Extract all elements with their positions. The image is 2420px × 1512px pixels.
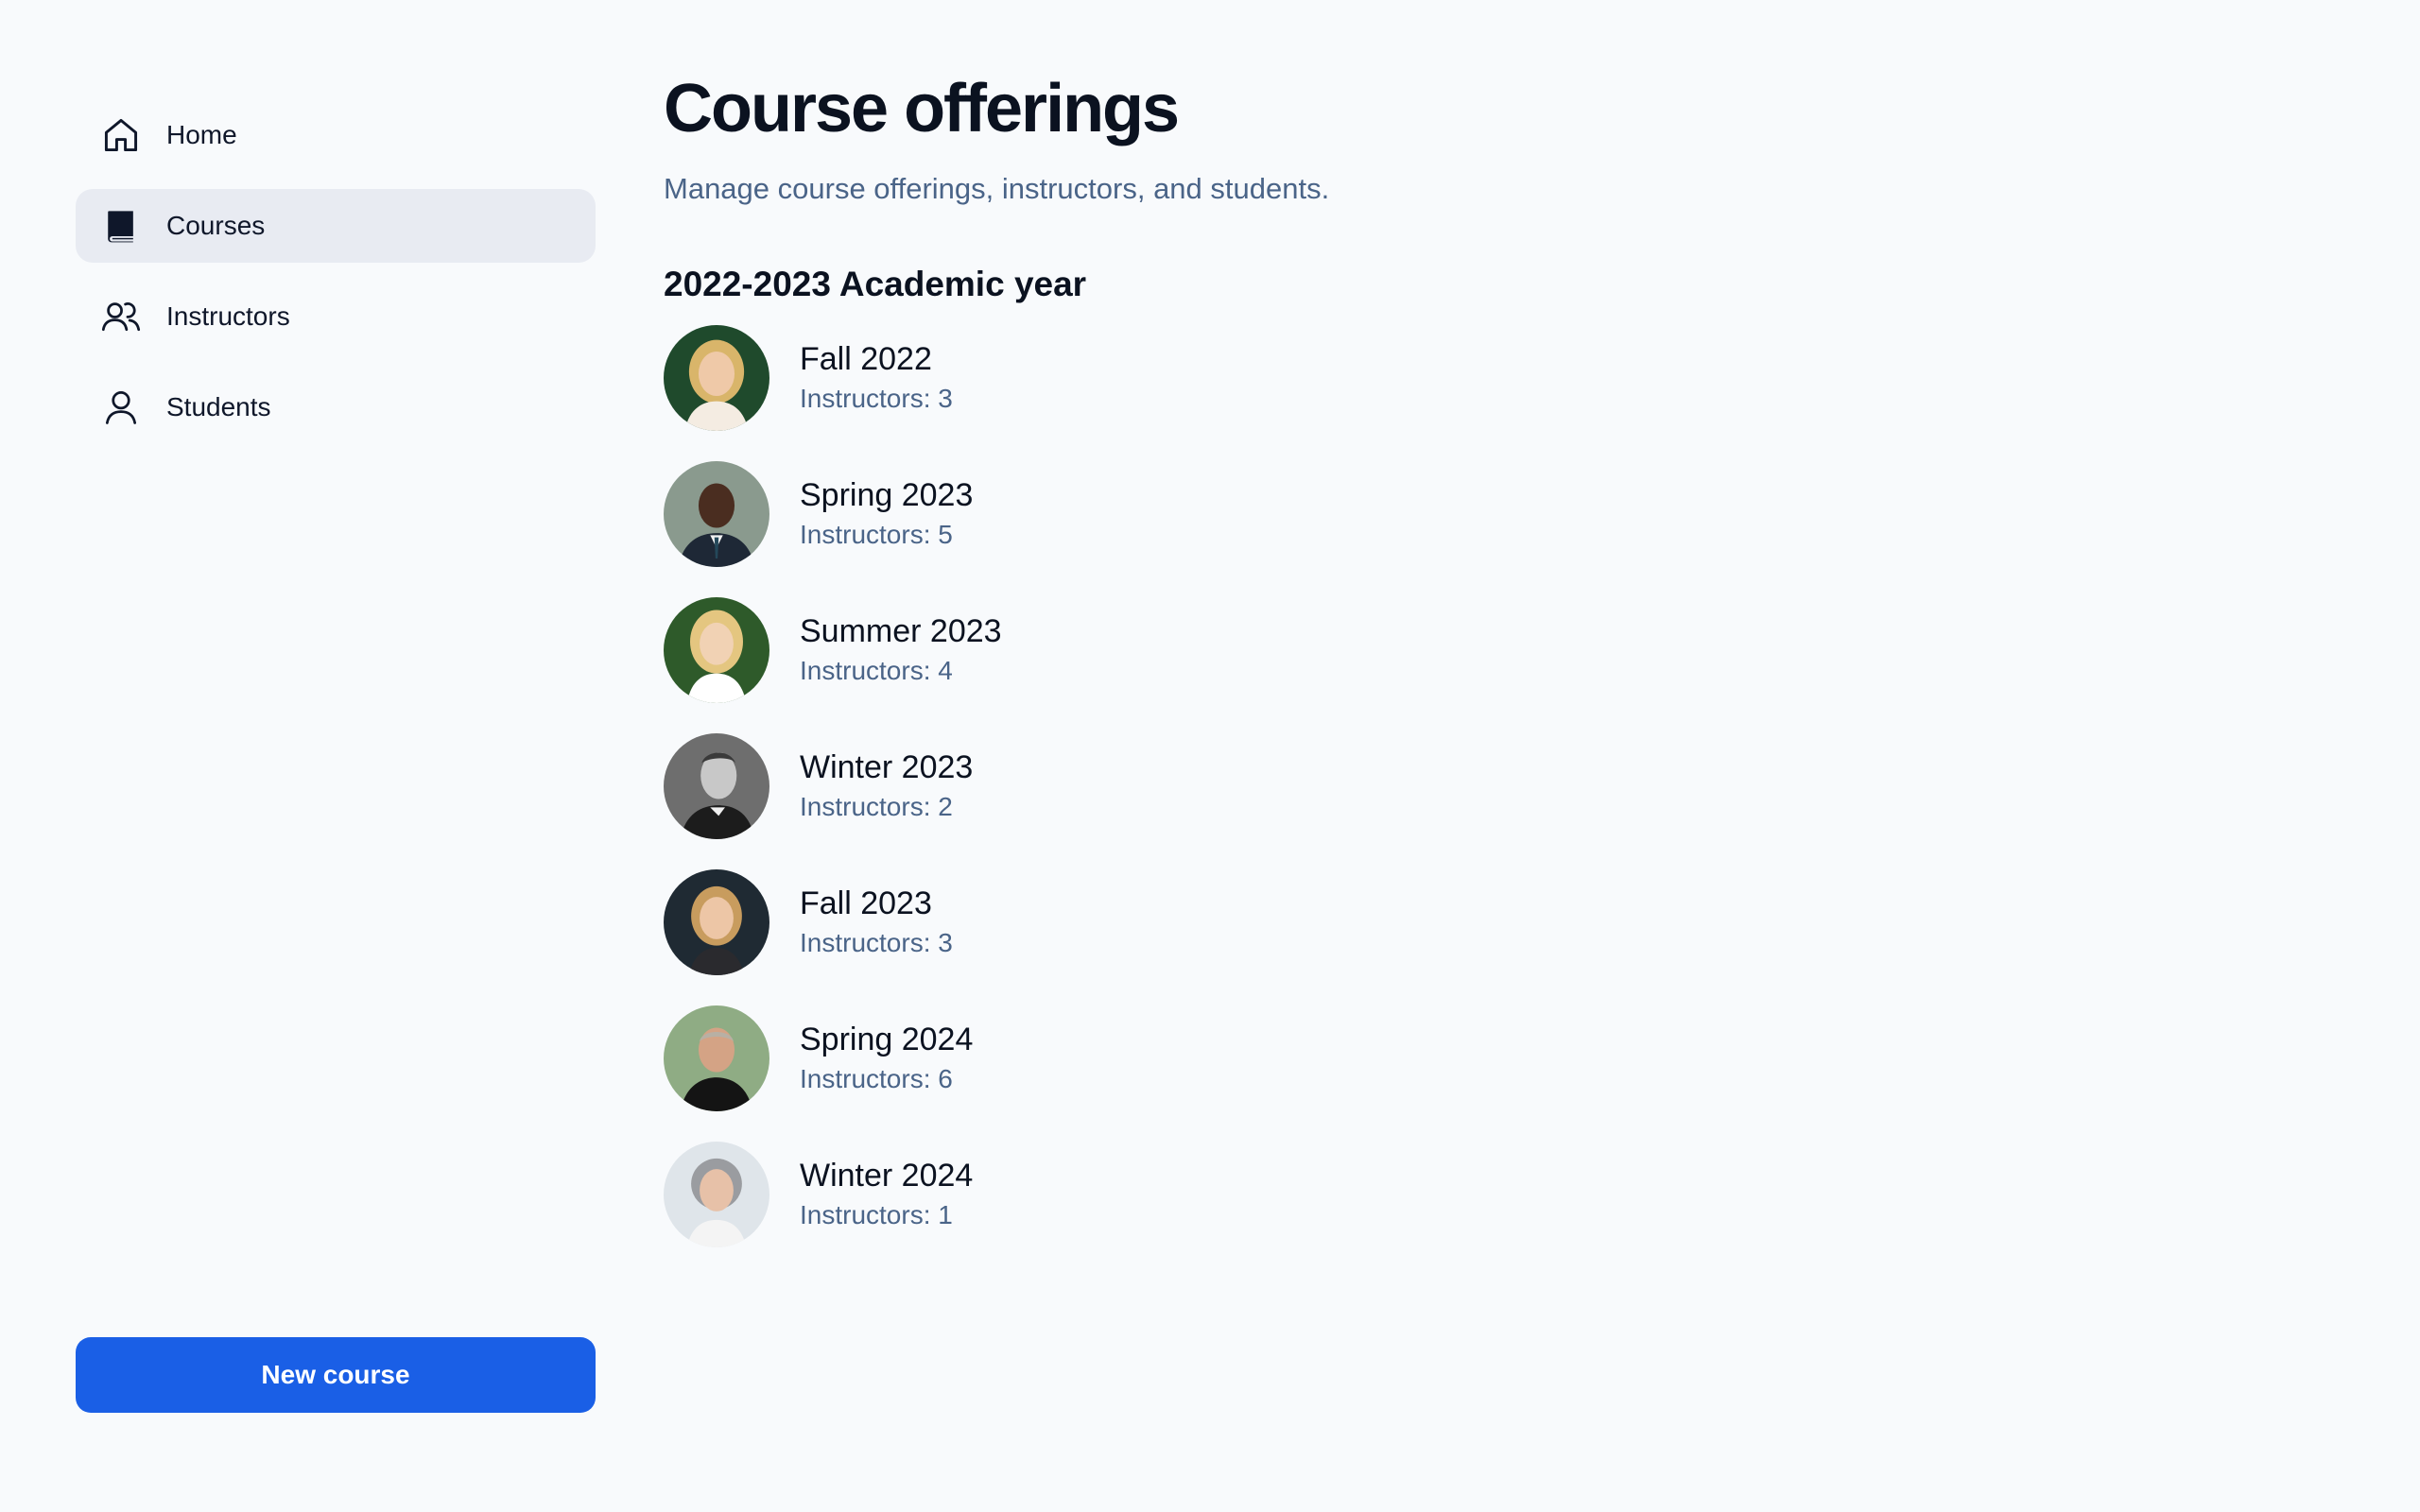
- avatar: [664, 597, 769, 703]
- instructor-count: Instructors: 5: [800, 520, 953, 549]
- new-course-button[interactable]: New course: [76, 1337, 596, 1413]
- sidebar-item-label: Students: [166, 392, 271, 421]
- sidebar-item-label: Courses: [166, 211, 266, 240]
- avatar: [664, 325, 769, 431]
- instructor-count: Instructors: 1: [800, 1200, 953, 1229]
- offering-name: Fall 2022: [800, 341, 932, 377]
- avatar: [664, 1142, 769, 1247]
- offering-item-winter-2023[interactable]: Winter 2023 Instructors: 2: [664, 733, 2271, 839]
- avatar: [664, 461, 769, 567]
- users-icon: [98, 294, 144, 339]
- sidebar-item-label: Instructors: [166, 301, 290, 331]
- avatar: [664, 869, 769, 975]
- instructor-count: Instructors: 3: [800, 384, 953, 413]
- instructor-count: Instructors: 2: [800, 792, 953, 821]
- sidebar-item-label: Home: [166, 120, 237, 149]
- offering-item-spring-2023[interactable]: Spring 2023 Instructors: 5: [664, 461, 2271, 567]
- instructor-count: Instructors: 6: [800, 1064, 953, 1093]
- section-heading: 2022-2023 Academic year: [664, 265, 1087, 303]
- user-icon: [98, 385, 144, 430]
- offering-name: Spring 2024: [800, 1022, 974, 1057]
- offering-item-winter-2024[interactable]: Winter 2024 Instructors: 1: [664, 1142, 2271, 1247]
- avatar: [664, 733, 769, 839]
- book-icon: [98, 203, 144, 249]
- offering-item-spring-2024[interactable]: Spring 2024 Instructors: 6: [664, 1005, 2271, 1111]
- offering-name: Winter 2024: [800, 1158, 974, 1194]
- sidebar: Home Courses Instructors Students: [76, 98, 596, 461]
- offering-name: Fall 2023: [800, 885, 932, 921]
- sidebar-item-instructors[interactable]: Instructors: [76, 280, 596, 353]
- page-subtitle: Manage course offerings, instructors, an…: [664, 172, 1330, 205]
- sidebar-item-home[interactable]: Home: [76, 98, 596, 172]
- sidebar-item-courses[interactable]: Courses: [76, 189, 596, 263]
- main-content: Course offerings Manage course offerings…: [664, 66, 2271, 1278]
- page-title: Course offerings: [664, 71, 1180, 146]
- instructor-count: Instructors: 4: [800, 656, 953, 685]
- offering-item-fall-2022[interactable]: Fall 2022 Instructors: 3: [664, 325, 2271, 431]
- offering-name: Spring 2023: [800, 477, 974, 513]
- sidebar-item-students[interactable]: Students: [76, 370, 596, 444]
- offering-name: Winter 2023: [800, 749, 974, 785]
- avatar: [664, 1005, 769, 1111]
- app-window: Home Courses Instructors Students New co…: [0, 0, 2420, 1512]
- offering-item-summer-2023[interactable]: Summer 2023 Instructors: 4: [664, 597, 2271, 703]
- instructor-count: Instructors: 3: [800, 928, 953, 957]
- offering-item-fall-2023[interactable]: Fall 2023 Instructors: 3: [664, 869, 2271, 975]
- offering-name: Summer 2023: [800, 613, 1002, 649]
- offering-list: Fall 2022 Instructors: 3 Spring 2023 Ins…: [664, 325, 2271, 1247]
- home-icon: [98, 112, 144, 158]
